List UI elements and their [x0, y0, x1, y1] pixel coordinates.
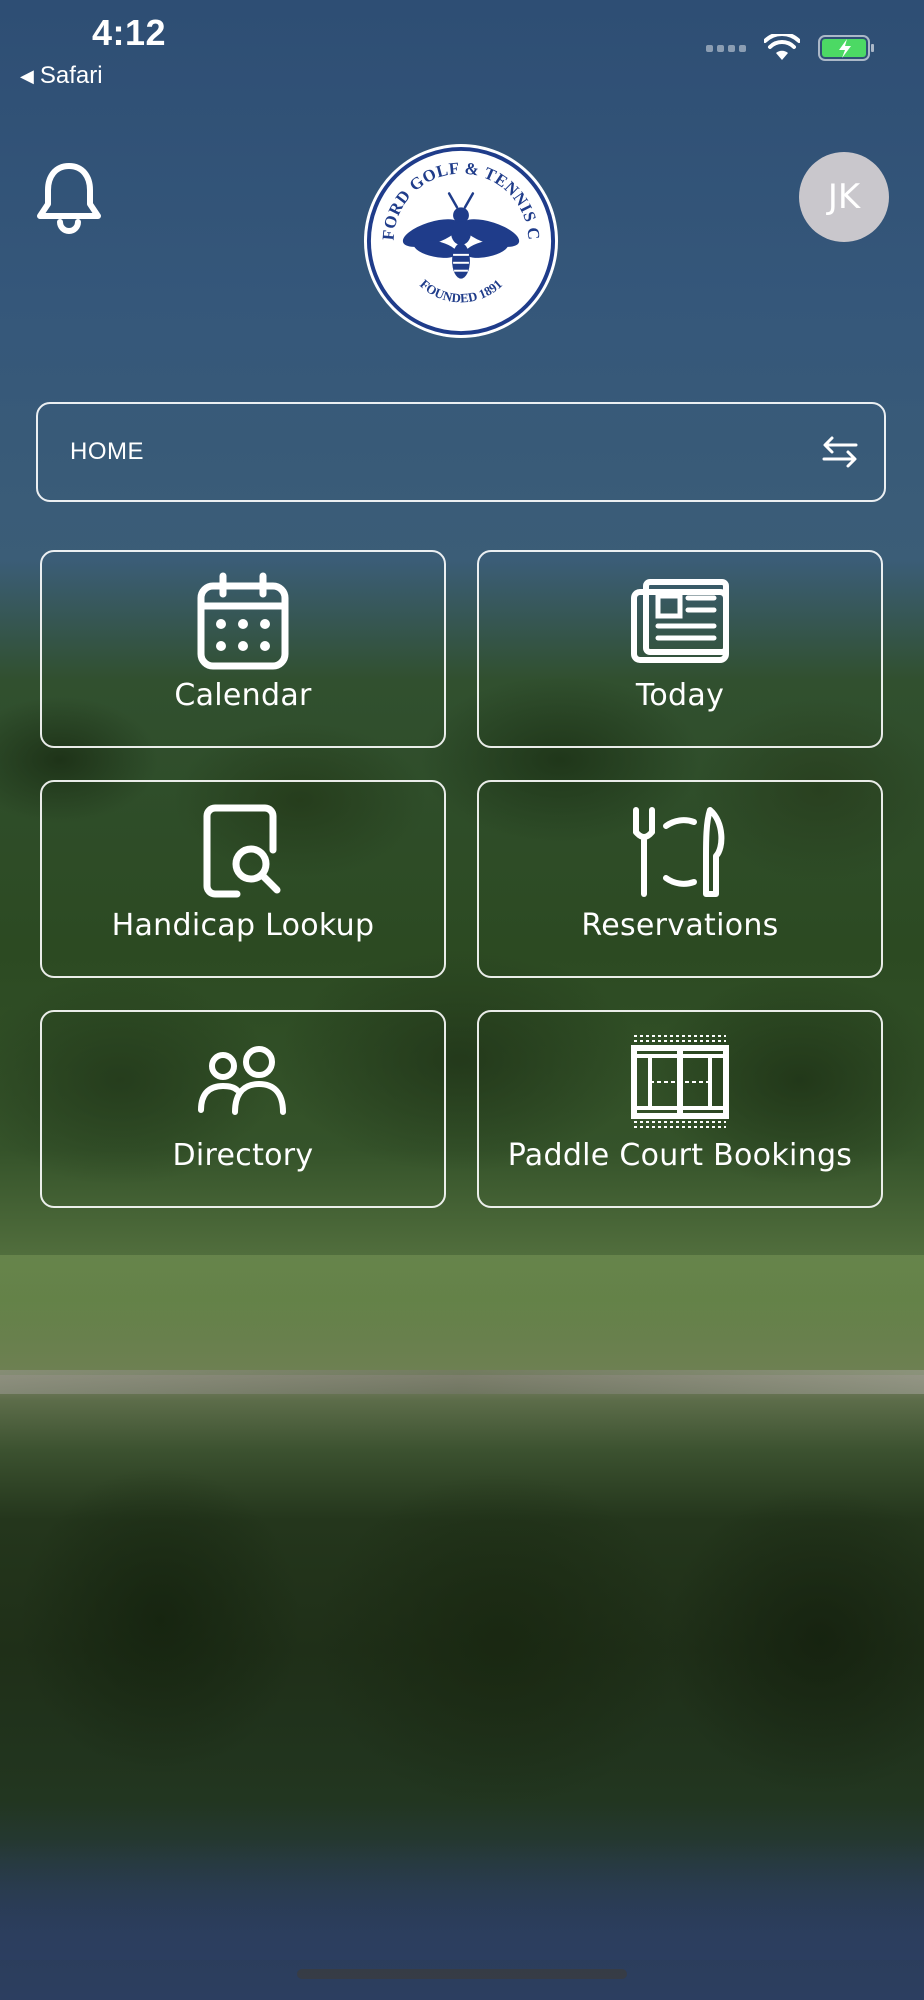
background-shore	[0, 1370, 924, 1394]
home-indicator[interactable]	[297, 1969, 627, 1979]
tile-today[interactable]: Today	[477, 550, 883, 748]
dining-icon	[633, 807, 725, 897]
tile-reservations-label: Reservations	[581, 908, 779, 943]
background-fairway	[0, 1255, 924, 1375]
tile-paddle-court-bookings-label: Paddle Court Bookings	[507, 1138, 853, 1173]
status-indicators	[706, 34, 876, 62]
tile-calendar-label: Calendar	[174, 678, 312, 713]
notifications-bell-icon[interactable]	[34, 160, 104, 234]
tile-paddle-court-bookings[interactable]: Paddle Court Bookings	[477, 1010, 883, 1208]
tile-handicap-lookup-label: Handicap Lookup	[111, 908, 375, 943]
tile-directory[interactable]: Directory	[40, 1010, 446, 1208]
wifi-icon	[764, 34, 800, 60]
people-icon	[198, 1046, 286, 1115]
club-logo: BEDFORD GOLF & TENNIS CLUB FOUNDED 1891	[362, 142, 559, 339]
tile-calendar[interactable]: Calendar	[40, 550, 446, 748]
avatar-initials: JK	[827, 177, 861, 217]
home-selector-label: HOME	[70, 438, 144, 465]
newspaper-icon	[631, 579, 729, 663]
court-icon	[631, 1035, 729, 1128]
home-selector[interactable]: HOME	[36, 402, 886, 502]
tile-reservations[interactable]: Reservations	[477, 780, 883, 978]
back-to-app-button[interactable]: ◀ Safari	[20, 62, 103, 90]
back-app-label: Safari	[39, 62, 103, 89]
back-triangle-icon: ◀	[20, 65, 34, 86]
status-time: 4:12	[92, 12, 167, 53]
tile-handicap-lookup[interactable]: Handicap Lookup	[40, 780, 446, 978]
tile-today-label: Today	[635, 678, 725, 713]
cellular-signal-icon	[706, 44, 746, 52]
tile-directory-label: Directory	[172, 1138, 314, 1173]
background-pond-reflection	[0, 1420, 924, 1960]
battery-charging-icon	[818, 35, 874, 61]
user-avatar-button[interactable]: JK	[799, 152, 889, 242]
document-search-icon	[203, 804, 281, 898]
calendar-icon	[197, 572, 289, 670]
swap-arrows-icon[interactable]	[820, 432, 860, 472]
